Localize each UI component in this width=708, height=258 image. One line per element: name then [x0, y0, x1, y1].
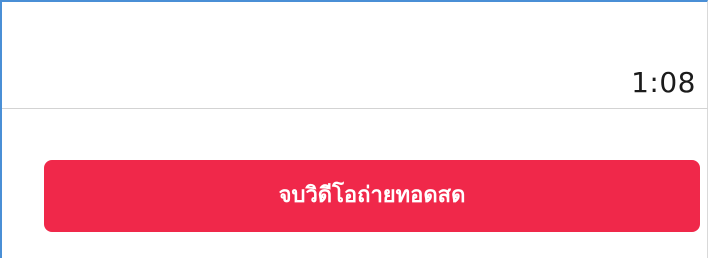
end-live-video-button[interactable]: จบวิดีโอถ่ายทอดสด: [44, 160, 700, 232]
timer-row: 1:08: [2, 2, 708, 109]
live-video-panel: 1:08 จบวิดีโอถ่ายทอดสด: [0, 0, 708, 258]
elapsed-time: 1:08: [631, 66, 696, 99]
